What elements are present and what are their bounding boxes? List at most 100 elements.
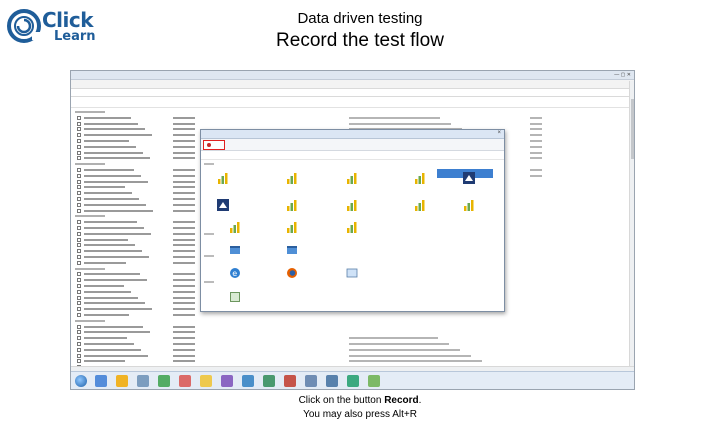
- taskbar-app-icon[interactable]: [242, 375, 254, 387]
- record-button[interactable]: [203, 140, 225, 150]
- row-checkbox[interactable]: [77, 220, 81, 225]
- row-checkbox[interactable]: [77, 144, 81, 149]
- instruction-suffix: .: [418, 395, 422, 406]
- row-checkbox[interactable]: [77, 139, 81, 143]
- gallery-section-marker: [204, 281, 214, 283]
- gallery-section-marker: [204, 233, 214, 235]
- row-checkbox[interactable]: [77, 347, 81, 352]
- close-icon[interactable]: ×: [497, 130, 501, 136]
- window-title-bar: — ▢ ✕: [71, 71, 634, 80]
- bird-icon[interactable]: [217, 198, 229, 211]
- taskbar-app-icon[interactable]: [368, 375, 380, 387]
- bird-icon[interactable]: [463, 171, 475, 184]
- dialog-toolbar: [201, 139, 504, 151]
- row-checkbox[interactable]: [77, 249, 81, 254]
- ie-browser-icon[interactable]: e: [229, 266, 241, 278]
- window-icon[interactable]: [346, 266, 358, 278]
- row-checkbox[interactable]: [77, 168, 81, 172]
- row-checkbox[interactable]: [77, 121, 81, 126]
- row-checkbox[interactable]: [77, 197, 81, 201]
- row-checkbox[interactable]: [77, 150, 81, 155]
- test-list-header: [71, 101, 631, 108]
- row-checkbox[interactable]: [77, 255, 81, 259]
- row-checkbox[interactable]: [77, 272, 81, 277]
- chart-icon[interactable]: [286, 171, 298, 184]
- row-checkbox[interactable]: [77, 313, 81, 317]
- row-checkbox[interactable]: [77, 307, 81, 312]
- taskbar-app-icon[interactable]: [347, 375, 359, 387]
- windows-taskbar: [71, 371, 634, 389]
- row-checkbox[interactable]: [77, 336, 81, 341]
- main-toolbar: [71, 80, 634, 89]
- gallery-section-marker: [204, 255, 214, 257]
- instruction-line-1: Click on the button Record.: [0, 395, 720, 406]
- slide-subtitle: Record the test flow: [276, 30, 444, 51]
- taskbar-app-icon[interactable]: [284, 375, 296, 387]
- chart-icon[interactable]: [286, 220, 298, 233]
- app-icon[interactable]: [229, 243, 241, 255]
- row-checkbox[interactable]: [77, 289, 81, 294]
- taskbar-app-icon[interactable]: [116, 375, 128, 387]
- taskbar-app-icon[interactable]: [137, 375, 149, 387]
- chart-icon[interactable]: [346, 220, 358, 233]
- row-checkbox[interactable]: [77, 208, 81, 213]
- scroll-thumb[interactable]: [631, 99, 634, 159]
- chart-icon[interactable]: [414, 198, 426, 211]
- chart-icon[interactable]: [229, 220, 241, 233]
- instruction-line-2: You may also press Alt+R: [303, 409, 417, 420]
- row-checkbox[interactable]: [77, 284, 81, 288]
- row-checkbox[interactable]: [77, 359, 81, 364]
- row-checkbox[interactable]: [77, 133, 81, 138]
- dialog-search-bar[interactable]: [201, 152, 504, 160]
- chart-icon[interactable]: [286, 198, 298, 211]
- row-checkbox[interactable]: [77, 243, 81, 248]
- row-checkbox[interactable]: [77, 260, 81, 265]
- row-checkbox[interactable]: [77, 226, 81, 230]
- row-checkbox[interactable]: [77, 185, 81, 190]
- row-checkbox[interactable]: [77, 295, 81, 300]
- row-checkbox[interactable]: [77, 115, 81, 120]
- taskbar-app-icon[interactable]: [158, 375, 170, 387]
- chart-icon[interactable]: [346, 198, 358, 211]
- svg-text:e: e: [232, 269, 237, 278]
- taskbar-app-icon[interactable]: [305, 375, 317, 387]
- taskbar-app-icon[interactable]: [326, 375, 338, 387]
- gallery-section-marker: [204, 163, 214, 165]
- chart-icon[interactable]: [346, 171, 358, 184]
- test-icon[interactable]: [229, 290, 241, 302]
- chart-icon[interactable]: [414, 171, 426, 184]
- start-button[interactable]: [75, 375, 87, 387]
- instruction-prefix: Click on the button: [298, 395, 385, 406]
- row-checkbox[interactable]: [77, 202, 81, 207]
- row-checkbox[interactable]: [77, 342, 81, 346]
- row-checkbox[interactable]: [77, 324, 81, 329]
- row-checkbox[interactable]: [77, 301, 81, 306]
- row-checkbox[interactable]: [77, 191, 81, 196]
- dialog-title-bar: ×: [201, 130, 504, 139]
- row-checkbox[interactable]: [77, 127, 81, 132]
- row-checkbox[interactable]: [77, 278, 81, 283]
- row-checkbox[interactable]: [77, 231, 81, 236]
- row-checkbox[interactable]: [77, 179, 81, 184]
- new-test-dialog: × e: [200, 129, 505, 312]
- instruction-record-keyword: Record: [384, 395, 419, 406]
- taskbar-app-icon[interactable]: [179, 375, 191, 387]
- taskbar-app-icon[interactable]: [263, 375, 275, 387]
- row-checkbox[interactable]: [77, 237, 81, 242]
- row-checkbox[interactable]: [77, 353, 81, 358]
- tab-strip: [71, 89, 634, 97]
- app-icon[interactable]: [286, 243, 298, 255]
- chart-icon[interactable]: [463, 198, 475, 211]
- taskbar-app-icon[interactable]: [200, 375, 212, 387]
- row-checkbox[interactable]: [77, 156, 81, 161]
- window-controls[interactable]: — ▢ ✕: [614, 72, 631, 78]
- vertical-scrollbar[interactable]: [629, 81, 634, 371]
- taskbar-app-icon[interactable]: [221, 375, 233, 387]
- firefox-browser-icon[interactable]: [286, 266, 298, 278]
- chart-icon[interactable]: [217, 171, 229, 184]
- taskbar-app-icon[interactable]: [95, 375, 107, 387]
- record-icon: [207, 143, 211, 147]
- row-checkbox[interactable]: [77, 330, 81, 335]
- row-checkbox[interactable]: [77, 173, 81, 178]
- slide-title: Data driven testing: [297, 10, 423, 27]
